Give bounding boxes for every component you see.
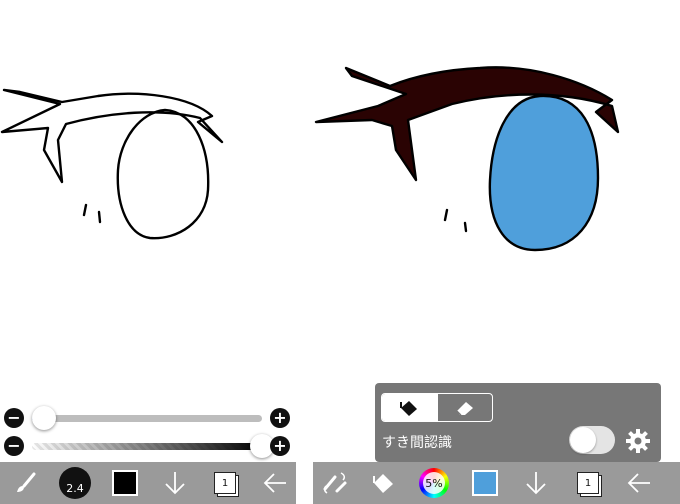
- fill-mode-button[interactable]: [382, 394, 437, 421]
- fill-bucket-icon: [400, 400, 418, 416]
- brush-tool-button[interactable]: [8, 462, 44, 504]
- left-eye-sketch: [0, 88, 224, 240]
- arrow-down-icon: [526, 472, 546, 495]
- brush-size-indicator: 2.4: [59, 467, 91, 499]
- layer-number: 1: [221, 477, 229, 489]
- brush-size-button[interactable]: 2.4: [57, 462, 93, 504]
- plus-circle-icon[interactable]: +: [270, 408, 290, 428]
- brush-icon: [17, 472, 36, 492]
- gap-detection-toggle-thumb: [570, 427, 596, 453]
- right-eye-sketch: [314, 66, 620, 252]
- brush-size-slider-knob[interactable]: [31, 406, 56, 430]
- left-bottom-toolbar: 2.4 1: [0, 462, 296, 504]
- left-eye-tick-1: [82, 203, 88, 217]
- brush-size-slider-row: − +: [0, 404, 300, 432]
- layer-number-badge: 1: [214, 472, 236, 494]
- left-eye-tick-2: [97, 210, 102, 224]
- color-swatch: [112, 470, 138, 496]
- fill-options-popup: すき間認識: [375, 383, 661, 462]
- color-button[interactable]: [468, 462, 502, 504]
- transform-swap-icon: [323, 472, 347, 494]
- fill-bucket-icon: [373, 474, 393, 493]
- opacity-slider-row: − +: [0, 432, 300, 460]
- left-eyelash-line: [0, 88, 224, 184]
- arrow-down-icon: [165, 472, 185, 495]
- color-swatch: [472, 470, 498, 496]
- layer-number-badge: 1: [577, 472, 599, 494]
- move-layer-down-button[interactable]: [519, 462, 553, 504]
- color-wheel-icon: 5%: [419, 468, 449, 498]
- plus-circle-icon[interactable]: +: [270, 436, 290, 456]
- fill-mode-selector: [381, 393, 493, 422]
- eraser-icon: [456, 401, 473, 415]
- minus-circle-icon[interactable]: −: [4, 436, 24, 456]
- right-eye-iris: [488, 94, 600, 252]
- layer-button[interactable]: 1: [571, 462, 605, 504]
- transform-button[interactable]: [317, 462, 353, 504]
- fill-tool-button[interactable]: [365, 462, 401, 504]
- right-eye-tick-1: [443, 208, 449, 222]
- gear-icon[interactable]: [625, 428, 651, 454]
- layer-number: 1: [584, 477, 592, 489]
- arrow-left-icon: [263, 473, 286, 493]
- right-bottom-toolbar: 5% 1: [313, 462, 680, 504]
- left-eye-outline: [116, 108, 210, 240]
- arrow-left-icon: [627, 473, 650, 493]
- color-wheel-label: 5%: [423, 472, 445, 494]
- color-wheel-button[interactable]: 5%: [416, 462, 452, 504]
- minus-circle-icon[interactable]: −: [4, 408, 24, 428]
- move-layer-down-button[interactable]: [158, 462, 192, 504]
- erase-fill-mode-button[interactable]: [436, 394, 493, 421]
- brush-size-slider[interactable]: [32, 415, 262, 422]
- gap-detection-toggle[interactable]: [569, 426, 615, 454]
- right-eye-tick-2: [463, 221, 468, 233]
- color-button[interactable]: [108, 462, 142, 504]
- opacity-slider[interactable]: [32, 443, 262, 450]
- back-button[interactable]: [258, 462, 292, 504]
- brush-size-label: 2.4: [66, 482, 84, 495]
- layer-button[interactable]: 1: [208, 462, 242, 504]
- back-button[interactable]: [622, 462, 656, 504]
- gap-detection-label: すき間認識: [382, 435, 452, 451]
